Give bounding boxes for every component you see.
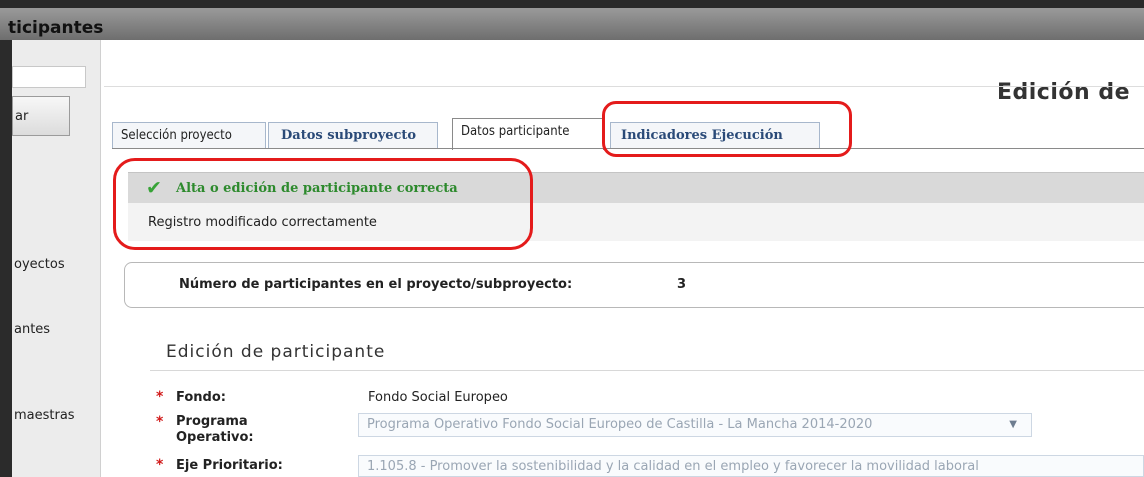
field-value-fondo: Fondo Social Europeo xyxy=(368,390,508,405)
sidebar-search-input[interactable] xyxy=(12,66,86,88)
window-frame-left xyxy=(0,40,12,477)
highlight-annotation-tab xyxy=(602,101,852,157)
required-marker: * xyxy=(156,389,164,405)
form-title-divider xyxy=(150,370,1144,371)
sidebar-button-label: ar xyxy=(15,109,29,124)
required-marker: * xyxy=(156,457,164,473)
participant-count-value: 3 xyxy=(677,277,687,292)
chevron-down-icon: ▼ xyxy=(1009,419,1017,430)
participant-count-panel: Número de participantes en el proyecto/s… xyxy=(124,262,1144,308)
sidebar-item-participantes[interactable]: antes xyxy=(14,322,50,337)
tab-datos-participante[interactable]: Datos participante xyxy=(452,118,604,150)
field-label-eje: Eje Prioritario: xyxy=(176,458,283,473)
programa-operativo-select[interactable]: Programa Operativo Fondo Social Europeo … xyxy=(358,413,1032,437)
participant-count-label: Número de participantes en el proyecto/s… xyxy=(179,277,573,292)
sidebar-item-maestras[interactable]: maestras xyxy=(14,408,75,423)
sidebar-button[interactable]: ar xyxy=(12,96,70,136)
programa-operativo-value: Programa Operativo Fondo Social Europeo … xyxy=(367,417,873,432)
form-title: Edición de participante xyxy=(166,342,386,362)
field-label-fondo: Fondo: xyxy=(176,390,226,405)
highlight-annotation-message xyxy=(113,158,533,250)
tab-datos-subproyecto[interactable]: Datos subproyecto xyxy=(268,122,438,148)
page-title: Edición de xyxy=(996,80,1130,105)
sidebar-item-proyectos[interactable]: oyectos xyxy=(14,257,65,272)
title-divider xyxy=(104,86,1144,87)
field-label-programa: Programa Operativo: xyxy=(176,414,254,445)
window-titlebar: ticipantes xyxy=(0,0,1144,40)
eje-prioritario-select[interactable]: 1.105.8 - Promover la sostenibilidad y l… xyxy=(358,455,1144,477)
window-title: ticipantes xyxy=(8,18,104,38)
eje-prioritario-value: 1.105.8 - Promover la sostenibilidad y l… xyxy=(367,459,979,474)
tab-seleccion-proyecto[interactable]: Selección proyecto xyxy=(112,122,266,148)
required-marker: * xyxy=(156,414,164,430)
